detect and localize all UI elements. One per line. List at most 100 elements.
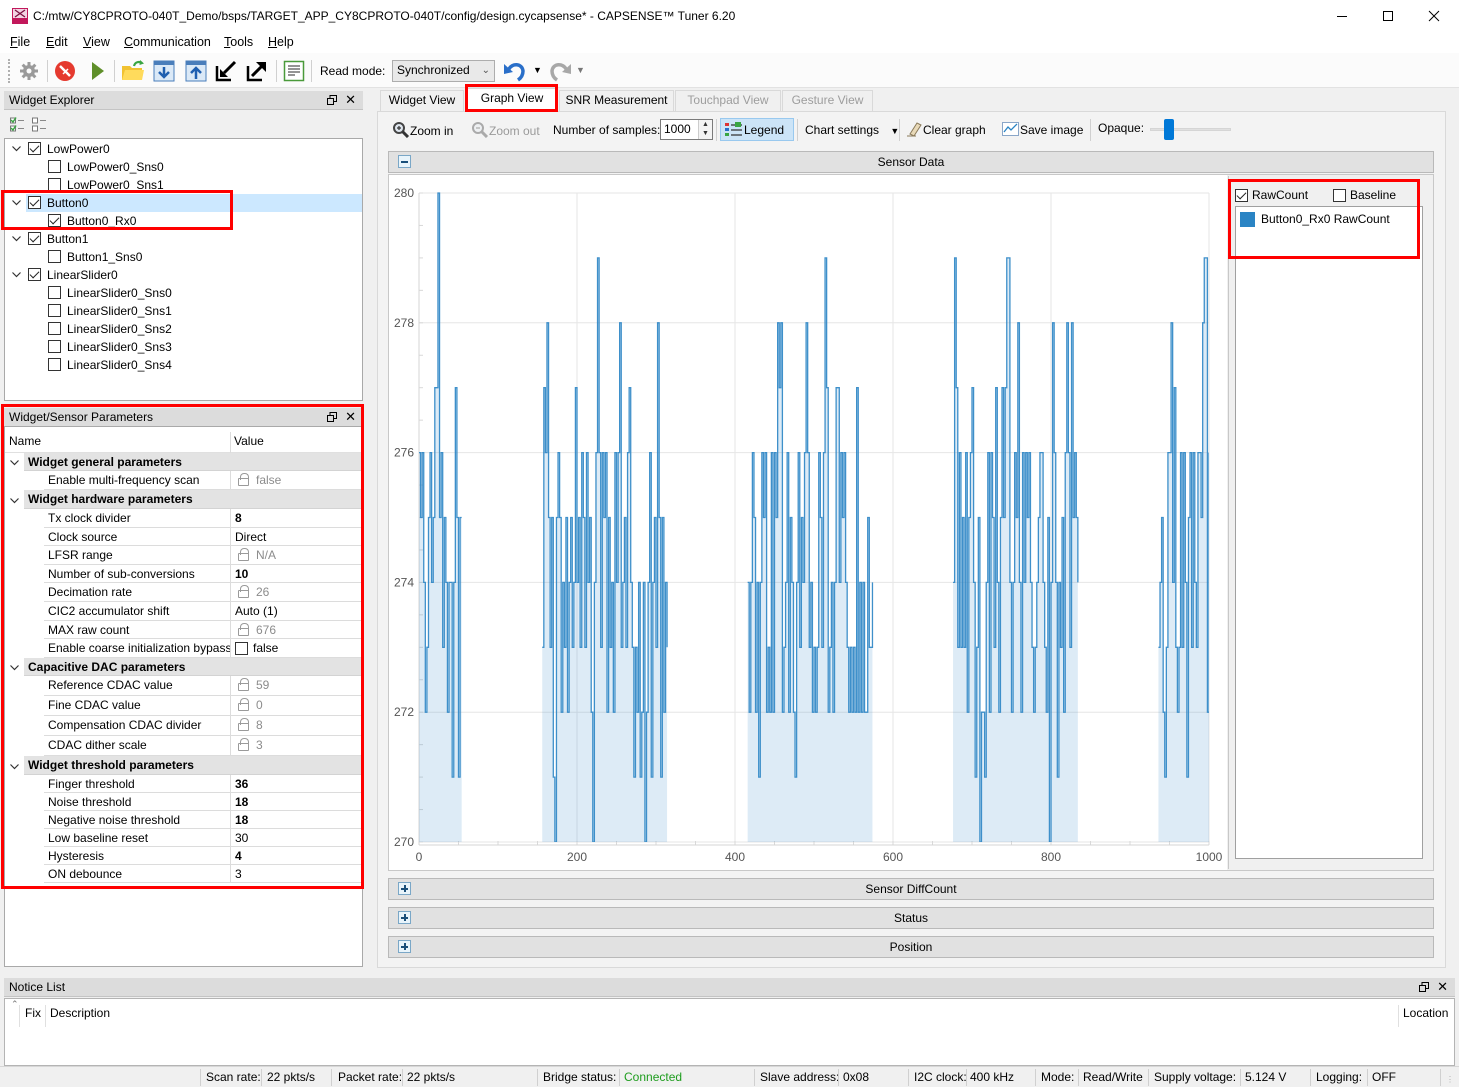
chart-settings-dropdown[interactable]: Chart settings ▼	[805, 121, 899, 140]
param-row[interactable]: LFSR range N/A	[44, 546, 362, 565]
tree-item-linearslider0-sns3[interactable]: LinearSlider0_Sns3	[5, 338, 362, 356]
write-to-device-button[interactable]	[184, 59, 208, 83]
settings-button[interactable]	[17, 59, 41, 83]
param-group-cdac[interactable]: Capacitive DAC parameters	[24, 658, 362, 676]
param-row[interactable]: Clock source Direct	[44, 528, 362, 546]
tree-checkbox[interactable]	[48, 340, 61, 353]
close-panel-icon[interactable]: ✕	[345, 409, 356, 425]
tree-checkbox[interactable]	[48, 286, 61, 299]
tree-checkbox[interactable]	[48, 304, 61, 317]
read-mode-select[interactable]: Synchronized ⌄	[392, 60, 495, 82]
redo-button[interactable]	[548, 59, 572, 83]
tree-item-button0[interactable]: Button0	[5, 194, 362, 212]
column-header-value[interactable]: Value	[234, 432, 264, 452]
toolbar-grip[interactable]	[8, 59, 11, 83]
chevron-down-icon[interactable]	[9, 662, 20, 673]
sensor-data-header[interactable]: Sensor Data	[388, 151, 1434, 173]
spin-up-icon[interactable]: ▲	[699, 120, 712, 129]
menu-edit[interactable]: Edit	[46, 34, 68, 50]
tree-item-linearslider0-sns1[interactable]: LinearSlider0_Sns1	[5, 302, 362, 320]
baseline-checkbox[interactable]	[1333, 189, 1346, 202]
menu-help[interactable]: Help	[268, 34, 294, 50]
param-row[interactable]: Noise threshold 18	[44, 793, 362, 811]
position-section[interactable]: Position	[388, 936, 1434, 958]
param-value-cell[interactable]: N/A	[230, 546, 362, 564]
float-panel-icon[interactable]	[327, 411, 337, 425]
open-button[interactable]	[121, 59, 145, 83]
spin-arrows[interactable]: ▲ ▼	[698, 120, 712, 139]
chevron-down-icon[interactable]	[9, 457, 20, 468]
number-of-samples-spinbox[interactable]: 1000 ▲ ▼	[660, 119, 713, 140]
param-value-cell[interactable]: 26	[230, 583, 362, 601]
tree-checkbox[interactable]	[48, 160, 61, 173]
chevron-down-icon[interactable]	[11, 233, 22, 244]
tab-snr-measurement[interactable]: SNR Measurement	[559, 90, 674, 111]
param-value-cell[interactable]: 59	[230, 676, 362, 695]
menu-view[interactable]: View	[83, 34, 110, 50]
chevron-down-icon[interactable]	[9, 495, 20, 506]
tree-checkbox[interactable]	[28, 268, 41, 281]
param-value-cell[interactable]: 8	[230, 509, 362, 527]
tree-checkbox[interactable]	[48, 250, 61, 263]
redo-dropdown-icon[interactable]: ▼	[576, 65, 585, 75]
spin-down-icon[interactable]: ▼	[699, 129, 712, 138]
param-row[interactable]: Low baseline reset 30	[44, 829, 362, 847]
param-row[interactable]: Tx clock divider 8	[44, 509, 362, 528]
read-from-device-button[interactable]	[152, 59, 176, 83]
param-checkbox[interactable]	[235, 642, 248, 655]
param-value-cell[interactable]: 4	[230, 847, 362, 864]
tree-checkbox[interactable]	[28, 232, 41, 245]
chevron-down-icon[interactable]	[11, 269, 22, 280]
tree-checkbox[interactable]	[48, 358, 61, 371]
chevron-down-icon[interactable]	[9, 761, 20, 772]
menu-tools[interactable]: Tools	[224, 34, 253, 50]
param-row[interactable]: Hysteresis 4	[44, 847, 362, 865]
start-button[interactable]	[85, 59, 109, 83]
tree-item-linearslider0-sns4[interactable]: LinearSlider0_Sns4	[5, 356, 362, 374]
menu-communication[interactable]: Communication	[124, 34, 211, 50]
opaque-slider-thumb[interactable]	[1164, 119, 1175, 140]
close-panel-icon[interactable]: ✕	[345, 92, 356, 108]
param-group-threshold[interactable]: Widget threshold parameters	[24, 756, 362, 775]
chevron-down-icon[interactable]	[11, 143, 22, 154]
param-value-cell[interactable]: false	[230, 471, 362, 489]
tree-item-button0-rx0[interactable]: Button0_Rx0	[5, 212, 362, 230]
param-row[interactable]: CIC2 accumulator shift Auto (1)	[44, 602, 362, 621]
tree-item-lowpower0-sns1[interactable]: LowPower0_Sns1	[5, 176, 362, 194]
resize-grip-icon[interactable]: ⋮	[1446, 1075, 1454, 1084]
chevron-down-icon[interactable]	[11, 197, 22, 208]
tree-checkbox[interactable]	[48, 322, 61, 335]
import-button[interactable]	[214, 59, 238, 83]
tab-graph-view[interactable]: Graph View	[467, 88, 557, 112]
param-group-general[interactable]: Widget general parameters	[24, 453, 362, 471]
param-row[interactable]: ON debounce 3	[44, 865, 362, 883]
undo-button[interactable]	[503, 59, 527, 83]
param-value-cell[interactable]: 10	[230, 565, 362, 582]
column-header-description[interactable]: Description	[50, 1005, 110, 1021]
param-value-cell[interactable]: Auto (1)	[230, 602, 362, 620]
tree-checkbox[interactable]	[28, 196, 41, 209]
param-row[interactable]: Number of sub-conversions 10	[44, 565, 362, 583]
legend-toggle-button[interactable]: Legend	[720, 118, 794, 141]
check-all-button[interactable]	[10, 117, 26, 136]
param-row[interactable]: Enable coarse initialization bypass fals…	[44, 639, 362, 658]
param-row[interactable]: MAX raw count 676	[44, 621, 362, 639]
param-value-cell[interactable]: 3	[230, 865, 362, 882]
log-button[interactable]	[282, 59, 306, 83]
param-row[interactable]: Compensation CDAC divider 8	[44, 716, 362, 736]
minimize-button[interactable]	[1319, 0, 1365, 32]
param-value-cell[interactable]: 18	[230, 811, 362, 828]
tree-item-lowpower0[interactable]: LowPower0	[5, 140, 362, 158]
param-value-cell[interactable]: 3	[230, 736, 362, 755]
uncheck-all-button[interactable]	[32, 117, 48, 136]
column-header-location[interactable]: Location	[1403, 1005, 1448, 1021]
tab-widget-view[interactable]: Widget View	[380, 90, 464, 111]
export-button[interactable]	[245, 59, 269, 83]
disconnect-button[interactable]	[53, 59, 77, 83]
rawcount-chart[interactable]: 270 272 274 276 278 280 0 200 400 600 800 1000	[388, 174, 1228, 870]
param-value-cell[interactable]: 18	[230, 793, 362, 810]
param-group-hardware[interactable]: Widget hardware parameters	[24, 490, 362, 509]
menu-file[interactable]: File	[10, 34, 30, 50]
tree-item-button1-sns0[interactable]: Button1_Sns0	[5, 248, 362, 266]
param-value-cell[interactable]: 0	[230, 696, 362, 715]
